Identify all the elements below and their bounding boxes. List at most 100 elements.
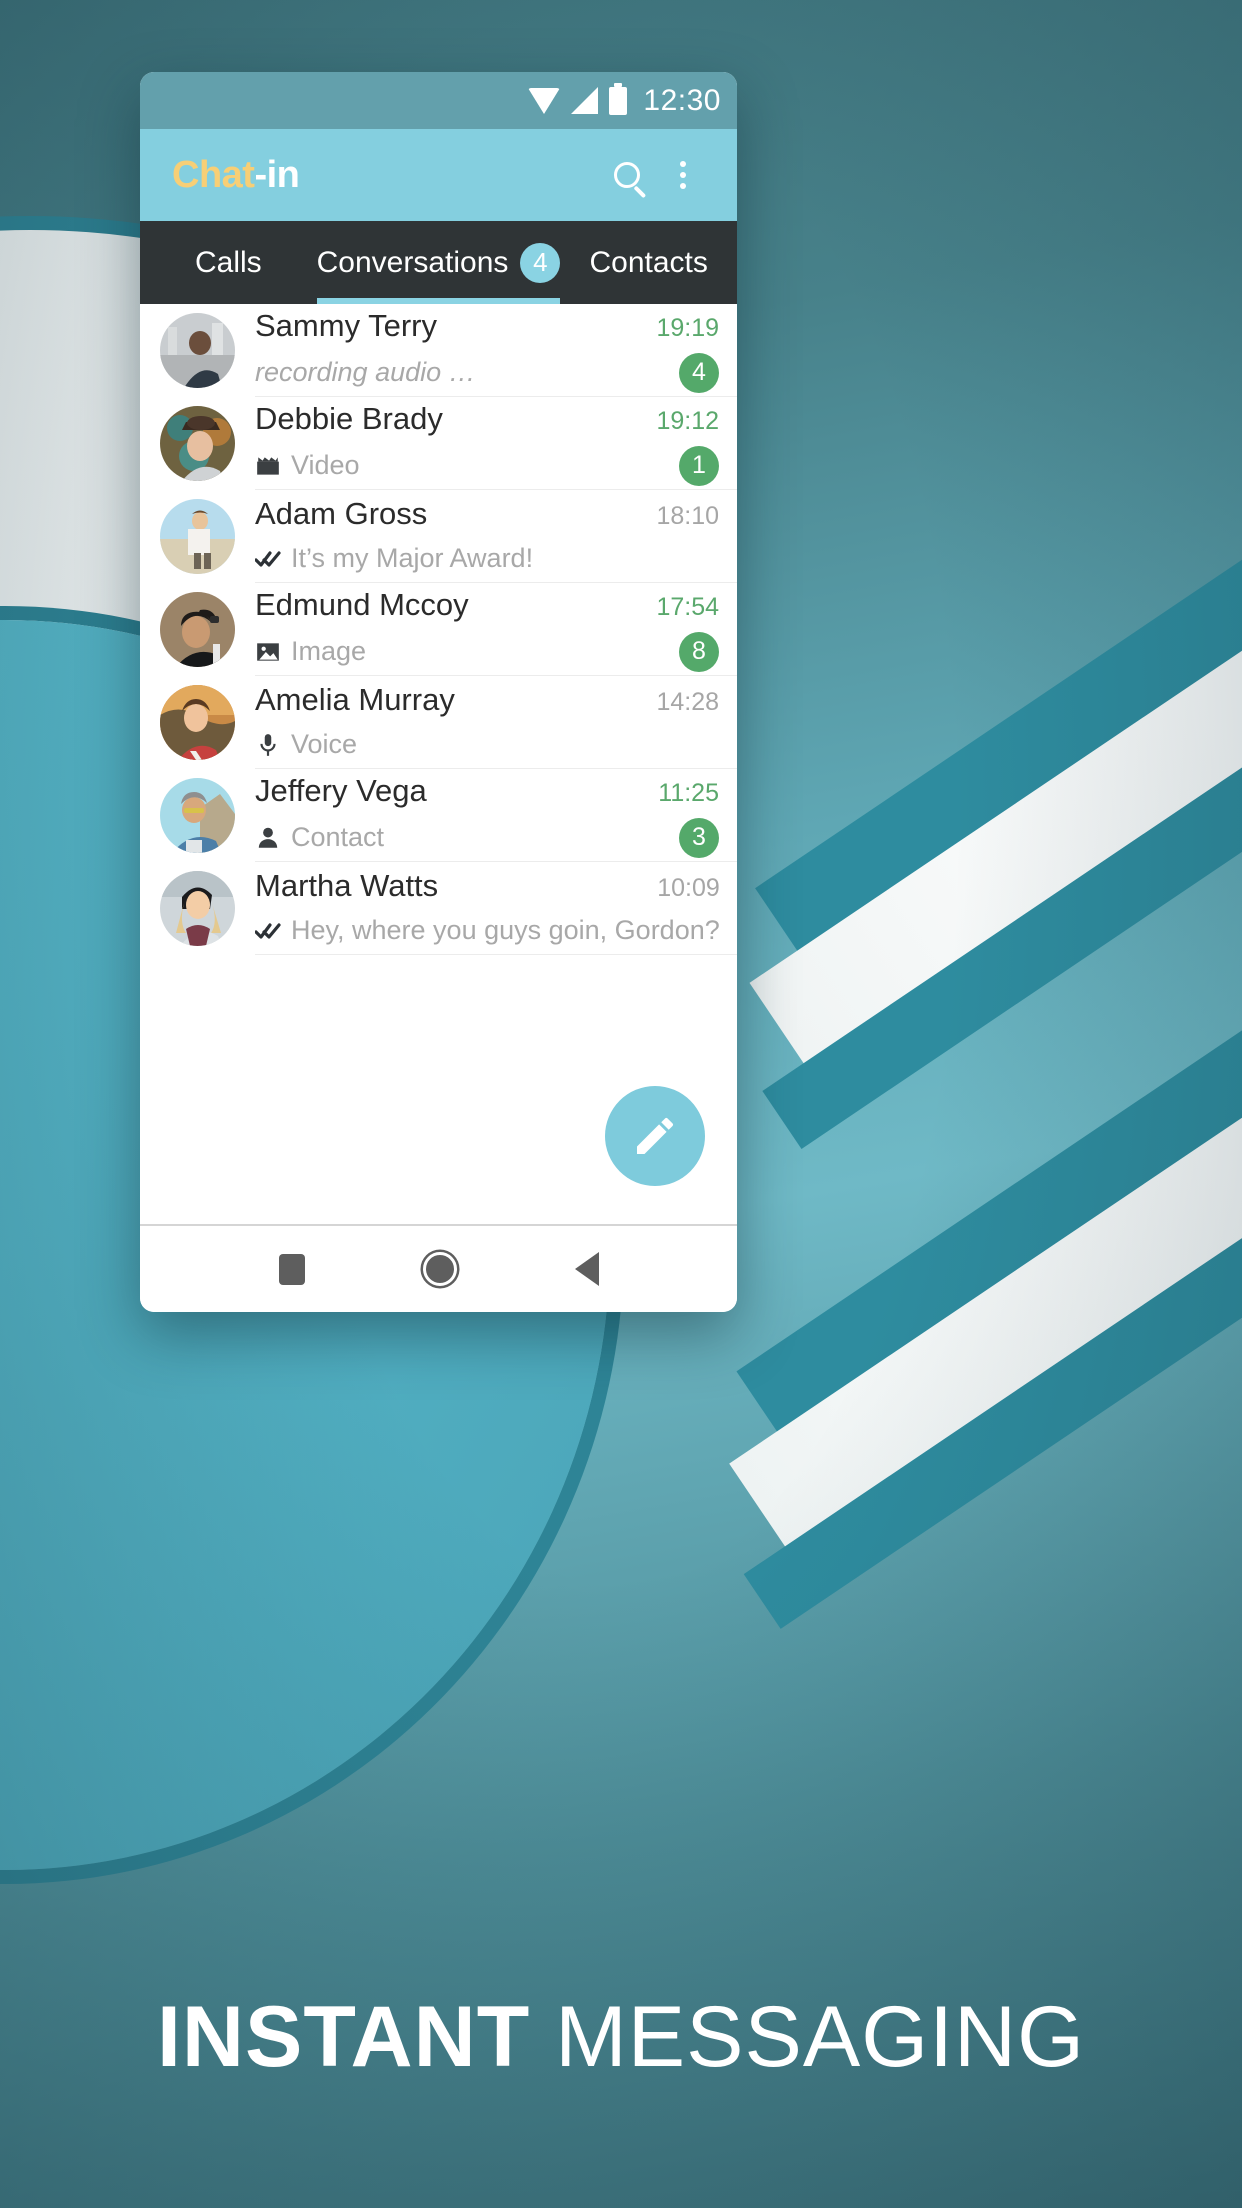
unread-count-badge: 3	[679, 817, 719, 858]
tab-conversations[interactable]: Conversations 4	[316, 221, 561, 304]
recents-button[interactable]	[278, 1253, 305, 1285]
square-recents-icon	[278, 1253, 305, 1285]
double-check-icon	[255, 546, 281, 572]
conversation-row[interactable]: Amelia Murray 14:28 Voice	[140, 676, 737, 769]
battery-icon	[609, 82, 628, 115]
caption-light: MESSAGING	[530, 1989, 1086, 2085]
avatar	[160, 685, 235, 760]
conversation-line-secondary: Contact 3	[255, 817, 719, 858]
overflow-menu-button[interactable]	[655, 147, 711, 203]
conversation-content: Edmund Mccoy 17:54 Image 8	[255, 583, 737, 676]
back-button[interactable]	[574, 1252, 599, 1286]
unread-count-badge: 4	[679, 352, 719, 393]
video-clapperboard-icon	[255, 453, 281, 479]
contact-name: Sammy Terry	[255, 307, 438, 343]
message-preview: Voice	[291, 729, 358, 759]
tab-bar: Calls Conversations 4 Contacts	[140, 221, 737, 304]
message-preview: Video	[291, 450, 360, 480]
caption-strong: INSTANT	[156, 1989, 531, 2085]
message-time: 19:19	[656, 313, 719, 342]
conversation-line-primary: Sammy Terry 19:19	[255, 308, 719, 344]
conversation-row[interactable]: Martha Watts 10:09 Hey, where you guys g…	[140, 862, 737, 955]
contact-name: Edmund Mccoy	[255, 586, 469, 622]
message-time: 10:09	[657, 873, 720, 902]
message-preview: recording audio …	[255, 357, 476, 387]
app-bar: Chat-in	[140, 129, 737, 221]
double-check-icon	[255, 918, 281, 944]
contact-name: Martha Watts	[255, 867, 439, 903]
tab-calls[interactable]: Calls	[140, 221, 317, 304]
microphone-icon	[255, 732, 281, 758]
conversation-content: Amelia Murray 14:28 Voice	[255, 676, 737, 769]
conversation-row[interactable]: Jeffery Vega 11:25 Contact 3	[140, 769, 737, 862]
more-vertical-icon	[680, 161, 686, 189]
app-title-secondary: -in	[254, 153, 300, 196]
conversation-line-primary: Martha Watts 10:09	[255, 868, 720, 904]
triangle-back-icon	[574, 1252, 599, 1286]
image-icon	[255, 639, 281, 665]
conversation-line-secondary: Image 8	[255, 631, 719, 672]
message-preview-wrap: Video	[255, 450, 360, 481]
unread-count-badge: 1	[679, 445, 719, 486]
compose-fab[interactable]	[605, 1086, 705, 1186]
tab-conversations-label: Conversations	[316, 245, 509, 279]
conversation-line-secondary: It’s my Major Award!	[255, 541, 719, 577]
conversation-line-primary: Adam Gross 18:10	[255, 496, 719, 532]
message-preview-wrap: Contact	[255, 822, 384, 853]
signal-icon	[571, 87, 599, 114]
avatar	[160, 313, 235, 388]
contact-name: Amelia Murray	[255, 681, 455, 717]
message-preview-wrap: Voice	[255, 729, 357, 760]
avatar	[160, 778, 235, 853]
message-preview: Hey, where you guys goin, Gordon?	[291, 915, 720, 945]
contact-name: Jeffery Vega	[255, 772, 427, 808]
conversation-content: Sammy Terry 19:19 recording audio … 4	[255, 304, 737, 397]
avatar	[160, 406, 235, 481]
message-preview: It’s my Major Award!	[291, 543, 534, 573]
conversation-row[interactable]: Sammy Terry 19:19 recording audio … 4	[140, 304, 737, 397]
phone-mockup: 12:30 Chat-in Calls Conversations 4 Cont…	[140, 72, 737, 1312]
message-preview-wrap: It’s my Major Award!	[255, 543, 533, 574]
message-preview: Contact	[291, 822, 385, 852]
conversation-line-secondary: recording audio … 4	[255, 352, 719, 393]
message-time: 14:28	[656, 687, 719, 716]
message-preview-wrap: Image	[255, 636, 366, 667]
contact-name: Adam Gross	[255, 495, 428, 531]
person-icon	[255, 825, 281, 851]
circle-home-icon	[422, 1252, 457, 1286]
promo-stage: 12:30 Chat-in Calls Conversations 4 Cont…	[0, 0, 1242, 2208]
conversation-line-primary: Edmund Mccoy 17:54	[255, 587, 719, 623]
conversation-line-secondary: Hey, where you guys goin, Gordon?	[255, 913, 720, 949]
tab-conversations-badge: 4	[520, 242, 561, 283]
conversation-row[interactable]: Edmund Mccoy 17:54 Image 8	[140, 583, 737, 676]
tab-contacts[interactable]: Contacts	[560, 221, 737, 304]
home-button[interactable]	[422, 1252, 457, 1286]
conversation-row[interactable]: Debbie Brady 19:12 Video 1	[140, 397, 737, 490]
promo-caption: INSTANT MESSAGING	[0, 1988, 1242, 2087]
conversation-content: Jeffery Vega 11:25 Contact 3	[255, 769, 737, 862]
conversation-line-secondary: Voice	[255, 727, 719, 763]
tab-contacts-label: Contacts	[589, 245, 708, 279]
status-bar: 12:30	[140, 72, 737, 129]
conversation-line-primary: Jeffery Vega 11:25	[255, 773, 719, 809]
message-time: 18:10	[656, 501, 719, 530]
android-navigation-bar	[140, 1224, 737, 1312]
avatar	[160, 871, 235, 946]
conversation-line-primary: Amelia Murray 14:28	[255, 682, 719, 718]
wifi-icon	[528, 87, 561, 114]
contact-name: Debbie Brady	[255, 400, 443, 436]
conversation-row[interactable]: Adam Gross 18:10 It’s my Major Award!	[140, 490, 737, 583]
pencil-compose-icon	[637, 1117, 673, 1154]
search-icon	[614, 162, 640, 188]
conversation-content: Martha Watts 10:09 Hey, where you guys g…	[255, 862, 737, 955]
status-bar-clock: 12:30	[643, 83, 721, 117]
unread-count-badge: 8	[679, 631, 719, 672]
conversation-content: Debbie Brady 19:12 Video 1	[255, 397, 737, 490]
message-preview-wrap: Hey, where you guys goin, Gordon?	[255, 915, 720, 946]
conversation-line-primary: Debbie Brady 19:12	[255, 401, 719, 437]
message-time: 19:12	[656, 406, 719, 435]
conversation-line-secondary: Video 1	[255, 445, 719, 486]
app-title-primary: Chat	[172, 153, 255, 196]
search-button[interactable]	[599, 147, 655, 203]
avatar	[160, 592, 235, 667]
